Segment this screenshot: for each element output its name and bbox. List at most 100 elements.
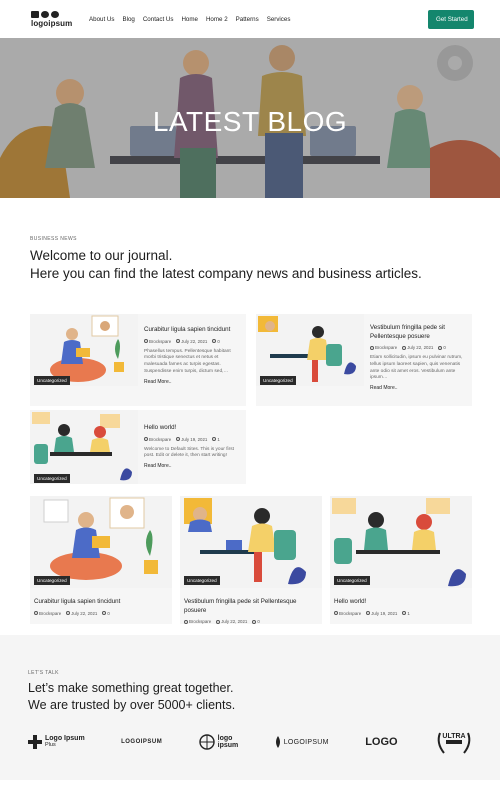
post-body: Hello world! Brockspare July 19, 2021 1 …: [144, 424, 240, 469]
site-logo[interactable]: logoipsum: [31, 10, 77, 28]
date-meta: July 19, 2021: [366, 611, 397, 616]
intro-heading-line-2: Here you can find the latest company new…: [30, 266, 422, 281]
post-excerpt: Welcome to Default Sites. This is your f…: [144, 446, 234, 459]
client-logo-text: LOGO: [365, 736, 398, 748]
grid-post-card[interactable]: Uncategorized Vestibulum fringilla pede …: [180, 496, 322, 624]
post-title[interactable]: Curabitur ligula sapien tincidunt: [144, 326, 240, 335]
category-badge[interactable]: Uncategorized: [260, 376, 296, 385]
post-author[interactable]: Brockspare: [189, 619, 211, 624]
post-author[interactable]: Brockspare: [339, 611, 361, 616]
post-date: July 22, 2021: [181, 338, 208, 344]
comment-icon: [212, 437, 217, 442]
comment-count[interactable]: 1: [217, 437, 219, 442]
cross-logo-icon: [28, 735, 42, 749]
clock-icon: [176, 437, 181, 442]
post-card[interactable]: Uncategorized Vestibulum fringilla pede …: [256, 314, 472, 406]
comment-count[interactable]: 0: [217, 339, 219, 344]
client-logo-text: Logo Ipsum: [45, 735, 85, 742]
post-body: Curabitur ligula sapien tincidunt Brocks…: [144, 326, 240, 385]
client-logo: ULTRA: [434, 729, 474, 755]
post-thumbnail[interactable]: [30, 496, 172, 588]
user-icon: [370, 345, 374, 350]
comments-meta[interactable]: 0: [102, 611, 110, 616]
client-logo: LOGOIPSUM: [121, 739, 162, 745]
category-badge[interactable]: Uncategorized: [34, 376, 70, 385]
nav-contact-us[interactable]: Contact Us: [143, 16, 174, 23]
author-meta[interactable]: Brockspare: [370, 345, 397, 350]
post-date: July 22, 2021: [407, 345, 434, 350]
nav-patterns[interactable]: Patterns: [236, 16, 259, 23]
page-title: LATEST BLOG: [152, 106, 348, 137]
post-meta: Brockspare July 22, 2021 0: [184, 619, 320, 624]
post-thumbnail[interactable]: [30, 410, 138, 484]
comment-count[interactable]: 0: [443, 345, 445, 350]
post-author[interactable]: Brockspare: [149, 339, 171, 344]
user-icon: [34, 611, 38, 616]
client-logo-sub: ipsum: [217, 742, 239, 749]
comment-icon: [102, 611, 107, 616]
nav-blog[interactable]: Blog: [122, 16, 134, 23]
grid-post-card[interactable]: Uncategorized Curabitur ligula sapien ti…: [30, 496, 172, 624]
post-body: Vestibulum fringilla pede sit Pellentesq…: [370, 324, 468, 391]
post-card[interactable]: Uncategorized Curabitur ligula sapien ti…: [30, 314, 246, 406]
date-meta: July 22, 2021: [402, 345, 433, 350]
client-logo: LOGOIPSUM: [275, 736, 329, 748]
client-logo-sub: Plus: [45, 742, 56, 748]
nav-home-2[interactable]: Home 2: [206, 16, 228, 23]
globe-logo-icon: [198, 734, 215, 750]
category-badge[interactable]: Uncategorized: [334, 576, 370, 585]
author-meta[interactable]: Brockspare: [184, 619, 211, 624]
comments-meta[interactable]: 1: [402, 611, 410, 616]
author-meta[interactable]: Brockspare: [144, 339, 171, 344]
client-logo-text: logo: [217, 735, 233, 742]
post-author[interactable]: Brockspare: [39, 611, 61, 616]
post-title[interactable]: Hello world!: [334, 598, 470, 607]
logo-mark-icon: [31, 10, 59, 18]
read-more-link[interactable]: Read More..: [144, 463, 240, 469]
post-excerpt: Etiam sollicitudin, ipsum eu pulvinar ru…: [370, 355, 463, 381]
comments-meta[interactable]: 0: [252, 619, 260, 624]
post-title[interactable]: Vestibulum fringilla pede sit Pellentesq…: [184, 598, 320, 615]
user-icon: [144, 437, 148, 442]
page: logoipsum About Us Blog Contact Us Home …: [0, 0, 500, 800]
post-thumbnail[interactable]: [330, 496, 472, 588]
author-meta[interactable]: Brockspare: [334, 611, 361, 616]
logo-text: logoipsum: [31, 18, 73, 28]
comment-count[interactable]: 0: [257, 619, 259, 624]
category-badge[interactable]: Uncategorized: [184, 576, 220, 585]
post-thumbnail[interactable]: [180, 496, 322, 588]
comment-count[interactable]: 0: [107, 611, 109, 616]
post-author[interactable]: Brockspare: [375, 345, 397, 350]
nav-services[interactable]: Services: [267, 16, 291, 23]
category-badge[interactable]: Uncategorized: [34, 474, 70, 483]
post-card[interactable]: Uncategorized Hello world! Brockspare Ju…: [30, 410, 246, 484]
date-meta: July 19, 2021: [176, 437, 207, 442]
post-title[interactable]: Hello world!: [144, 424, 240, 433]
clock-icon: [216, 619, 221, 624]
read-more-link[interactable]: Read More..: [144, 379, 240, 385]
nav-about-us[interactable]: About Us: [89, 16, 114, 23]
post-date: July 19, 2021: [371, 610, 398, 616]
category-badge[interactable]: Uncategorized: [34, 576, 70, 585]
date-meta: July 22, 2021: [216, 619, 247, 624]
post-author[interactable]: Brockspare: [149, 437, 171, 442]
grid-post-card[interactable]: Uncategorized Hello world! Brockspare Ju…: [330, 496, 472, 624]
comments-meta[interactable]: 0: [212, 339, 220, 344]
post-title[interactable]: Curabitur ligula sapien tincidunt: [34, 598, 170, 607]
post-body: Curabitur ligula sapien tincidunt Brocks…: [34, 598, 170, 616]
comments-meta[interactable]: 1: [212, 437, 220, 442]
author-meta[interactable]: Brockspare: [144, 437, 171, 442]
nav-home[interactable]: Home: [181, 16, 198, 23]
client-logo-text: LOGOIPSUM: [121, 739, 163, 745]
author-meta[interactable]: Brockspare: [34, 611, 61, 616]
post-meta: Brockspare July 19, 2021 1: [334, 611, 470, 616]
read-more-link[interactable]: Read More..: [370, 385, 468, 391]
get-started-button[interactable]: Get Started: [428, 9, 474, 29]
post-title[interactable]: Vestibulum fringilla pede sit Pellentesq…: [370, 324, 468, 341]
user-icon: [184, 619, 188, 624]
comments-meta[interactable]: 0: [438, 345, 446, 350]
comment-icon: [212, 339, 217, 344]
post-meta: Brockspare July 22, 2021 0: [370, 345, 468, 350]
intro-section: BUSINESS NEWS Welcome to our journal. He…: [30, 236, 470, 283]
comment-count[interactable]: 1: [407, 611, 409, 616]
